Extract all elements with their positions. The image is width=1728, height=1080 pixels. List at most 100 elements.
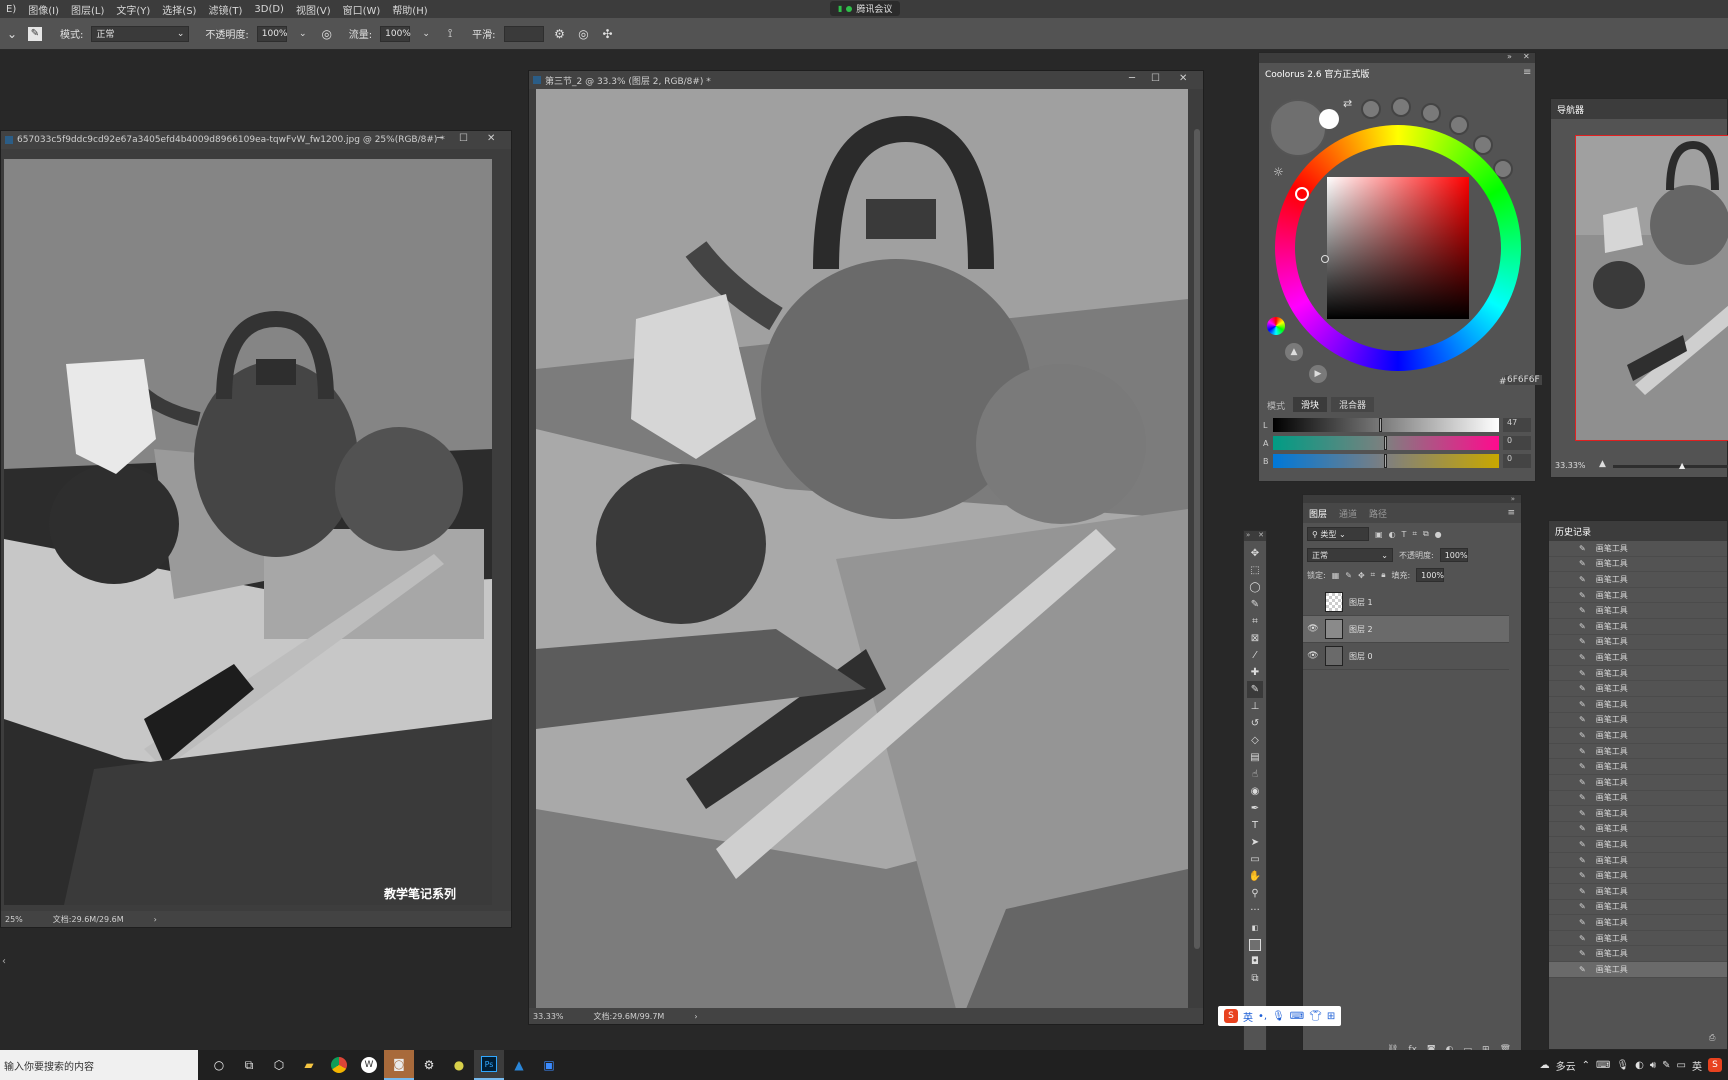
frame-tool-icon[interactable]: ⊠ [1247,630,1263,647]
lock-position-icon[interactable]: ✥ [1358,571,1365,580]
close-icon[interactable]: ✕ [1179,73,1187,84]
smooth-field[interactable] [503,25,544,42]
pen-tool-icon[interactable]: ✒ [1247,800,1263,817]
filter-smart-icon[interactable]: ⧉ [1423,529,1429,539]
navigator-zoom[interactable]: 33.33% [1555,461,1586,470]
reference-canvas[interactable]: 教学笔记系列 [4,159,492,905]
history-item[interactable]: ✎ 画笔工具 [1549,603,1727,619]
hand-tool-icon[interactable]: ✋ [1247,868,1263,885]
coolorus-title[interactable]: Coolorus 2.6 官方正式版 [1265,67,1369,80]
layer-name[interactable]: 图层 1 [1349,597,1373,608]
history-item[interactable]: ✎ 画笔工具 [1549,931,1727,947]
dial-icon[interactable] [1391,97,1411,117]
history-item[interactable]: ✎ 画笔工具 [1549,853,1727,869]
brush-settings-icon[interactable]: ✎ [28,26,42,41]
punctuation-icon[interactable]: •, [1258,1011,1267,1022]
path-select-tool-icon[interactable]: ➤ [1247,834,1263,851]
tab-sliders[interactable]: 滑块 [1293,397,1328,412]
history-item[interactable]: ✎ 画笔工具 [1549,635,1727,651]
brightness-icon[interactable]: ☼ [1273,165,1284,179]
menu-edit[interactable]: E) [0,4,22,15]
menu-help[interactable]: 帮助(H) [386,2,433,17]
collapse-arrow-icon[interactable]: ‹ [2,956,6,967]
filter-type-icon[interactable]: T [1402,530,1407,539]
type-tool-icon[interactable]: T [1247,817,1263,834]
tab-paths[interactable]: 路径 [1369,507,1387,520]
app-3d-icon[interactable]: ⬡ [264,1050,294,1080]
brush-preset-icon[interactable]: ⌄ [4,26,20,42]
network-icon[interactable]: ▭ [1677,1060,1686,1071]
menu-image[interactable]: 图像(I) [22,2,65,17]
pen-tray-icon[interactable]: ✎ [1662,1060,1670,1071]
menu-layer[interactable]: 图层(L) [65,2,110,17]
slider-handle-icon[interactable] [1384,436,1387,450]
main-canvas[interactable] [536,89,1188,1009]
volume-icon[interactable]: 🔊︎ [1650,1060,1656,1071]
layer-opacity-field[interactable]: 100% [1439,548,1468,562]
tab-mixer[interactable]: 混合器 [1331,397,1375,412]
menu-filter[interactable]: 滤镜(T) [202,2,248,17]
dodge-tool-icon[interactable]: ◉ [1247,783,1263,800]
ime-tray-icon[interactable]: ⌨ [1596,1060,1610,1071]
photos-app-icon[interactable]: ▲ [504,1050,534,1080]
vertical-scrollbar[interactable] [1192,89,1202,1009]
pressure-opacity-icon[interactable]: ◎ [319,26,335,42]
gradient-tool-icon[interactable]: ▤ [1247,749,1263,766]
clone-stamp-tool-icon[interactable]: ⊥ [1247,698,1263,715]
history-item[interactable]: ✎ 画笔工具 [1549,868,1727,885]
menu-select[interactable]: 选择(S) [156,2,202,17]
history-item[interactable]: ✎ 画笔工具 [1549,744,1727,760]
history-item[interactable]: ✎ 画笔工具 [1549,822,1727,838]
history-item[interactable]: ✎ 画笔工具 [1549,650,1727,666]
reset-colors-icon[interactable]: ◧ [1247,919,1263,936]
close-icon[interactable]: ✕ [487,133,495,144]
history-item[interactable]: ✎ 画笔工具 [1549,962,1727,978]
sogou-logo-icon[interactable]: S [1224,1009,1238,1023]
reference-document-title-bar[interactable]: 657033c5f9ddc9cd92e67a3405efd4b4009d8966… [1,131,511,149]
hue-marker-icon[interactable] [1295,187,1309,201]
history-item[interactable]: ✎ 画笔工具 [1549,681,1727,697]
layer-name[interactable]: 图层 0 [1349,651,1373,662]
minimize-icon[interactable]: ─ [437,133,443,144]
close-icon[interactable]: ✕ [1258,531,1264,541]
hex-value[interactable]: 6F6F6F [1505,375,1542,385]
history-item[interactable]: ✎ 画笔工具 [1549,775,1727,791]
sogou-tray-icon[interactable]: S [1708,1058,1722,1072]
menu-3d[interactable]: 3D(D) [248,4,290,15]
chevron-down-icon[interactable]: ⌄ [418,26,434,42]
reference-zoom[interactable]: 25% [5,915,23,924]
healing-brush-tool-icon[interactable]: ✚ [1247,664,1263,681]
slider-value[interactable]: 0 [1503,436,1531,450]
history-item[interactable]: ✎ 画笔工具 [1549,713,1727,729]
tab-layers[interactable]: 图层 [1309,507,1327,520]
chevron-up-icon[interactable]: ⌃ [1582,1060,1590,1071]
color-picker-marker-icon[interactable] [1321,255,1329,263]
color-swatches-icon[interactable] [1247,936,1263,953]
move-tool-icon[interactable]: ✥ [1247,545,1263,562]
history-item[interactable]: ✎ 画笔工具 [1549,884,1727,900]
lasso-tool-icon[interactable]: ◯ [1247,579,1263,596]
more-tools-icon[interactable]: ··· [1247,902,1263,919]
zoom-out-icon[interactable]: ▲ [1599,459,1606,469]
chevron-right-icon[interactable]: › [694,1012,697,1021]
collapse-icon[interactable]: » [1246,531,1250,541]
airbrush-icon[interactable]: ⟟ [442,26,458,42]
flow-field[interactable]: 100% [380,25,411,42]
history-item[interactable]: ✎ 画笔工具 [1549,759,1727,775]
quick-select-tool-icon[interactable]: ✎ [1247,596,1263,613]
history-item[interactable]: ✎ 画笔工具 [1549,791,1727,807]
tencent-meeting-icon[interactable]: ▣ [534,1050,564,1080]
history-item[interactable]: ✎ 画笔工具 [1549,946,1727,963]
history-item[interactable]: ✎ 画笔工具 [1549,557,1727,573]
main-zoom[interactable]: 33.33% [533,1012,564,1021]
history-item[interactable]: ✎ 画笔工具 [1549,728,1727,744]
layer-row[interactable]: 👁︎ 图层 2 [1303,616,1509,643]
history-item[interactable]: ✎ 画笔工具 [1549,541,1727,557]
tab-channels[interactable]: 通道 [1339,507,1357,520]
ime-language[interactable]: 英 [1243,1009,1253,1024]
layer-row[interactable]: 👁︎ 图层 0 [1303,643,1509,670]
filter-adjust-icon[interactable]: ◐ [1389,530,1396,539]
triangle-mode-icon[interactable]: ▲ [1285,343,1303,361]
menu-type[interactable]: 文字(Y) [110,2,156,17]
maximize-icon[interactable]: ☐ [1151,73,1160,84]
